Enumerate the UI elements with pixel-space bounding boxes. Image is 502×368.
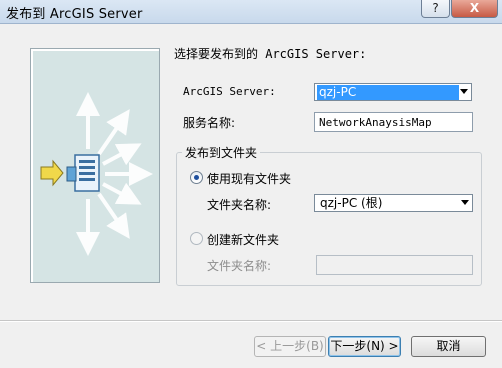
create-new-folder-radio[interactable] (190, 232, 203, 245)
new-folder-name-label: 文件夹名称: (207, 259, 272, 273)
chevron-down-icon[interactable] (461, 200, 469, 205)
server-select-value: qzj-PC (317, 85, 459, 100)
use-existing-folder-label[interactable]: 使用现有文件夹 (207, 170, 291, 187)
publish-dialog: 发布到 ArcGIS Server ? X 选择要发布到的 ArcGIS Ser… (0, 0, 502, 368)
chevron-down-icon[interactable] (460, 89, 468, 94)
service-name-input[interactable]: NetworkAnaysisMap (314, 112, 473, 132)
window-title: 发布到 ArcGIS Server (6, 7, 143, 22)
close-button[interactable]: X (451, 0, 498, 18)
folder-group-title: 发布到文件夹 (182, 144, 261, 161)
service-name-value: NetworkAnaysisMap (319, 116, 432, 129)
existing-folder-select[interactable]: qzj-PC (根) (314, 194, 473, 212)
publish-heading: 选择要发布到的 ArcGIS Server: (174, 47, 367, 61)
footer-separator (0, 320, 502, 322)
back-button[interactable]: < 上一步(B) (254, 336, 326, 357)
next-button[interactable]: 下一步(N) > (328, 336, 401, 357)
service-name-label: 服务名称: (183, 116, 236, 130)
create-new-folder-label[interactable]: 创建新文件夹 (207, 231, 279, 248)
server-select[interactable]: qzj-PC (314, 83, 472, 101)
existing-folder-value: qzj-PC (根) (320, 196, 383, 210)
help-button[interactable]: ? (421, 0, 450, 18)
server-broadcast-icon (40, 92, 153, 256)
use-existing-folder-radio[interactable] (190, 171, 203, 184)
title-bar[interactable]: 发布到 ArcGIS Server ? X (0, 0, 502, 24)
server-label: ArcGIS Server: (183, 85, 276, 98)
existing-folder-name-label: 文件夹名称: (207, 198, 272, 212)
cancel-button[interactable]: 取消 (411, 336, 486, 357)
new-folder-name-input[interactable] (316, 255, 473, 275)
publish-illustration (30, 48, 160, 283)
